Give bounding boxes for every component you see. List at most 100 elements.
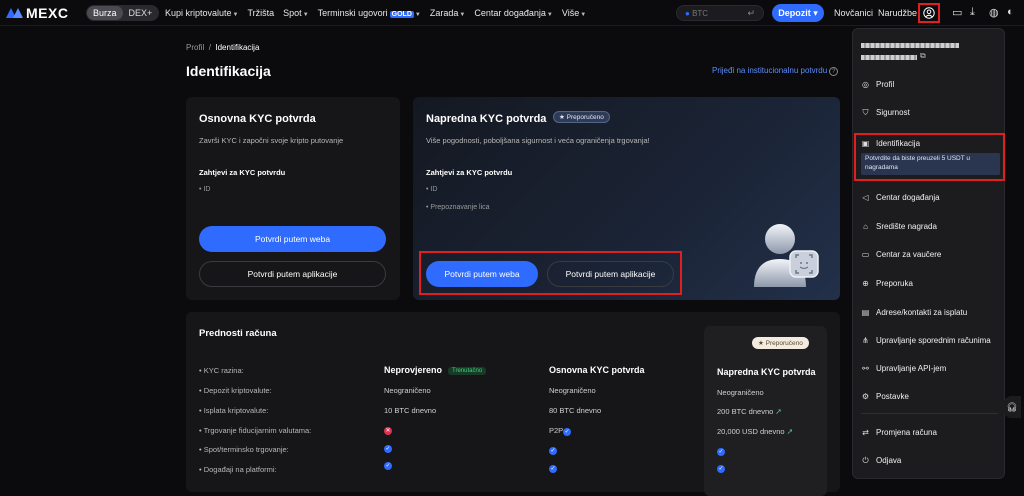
masked-uid [861, 55, 917, 60]
chevron-down-icon: ▼ [546, 12, 553, 18]
check-circle-icon: ✓ [384, 445, 392, 453]
row-fiat: • Trgovanje fiducijarnim valutama: [199, 426, 312, 435]
highlight-box-buttons [419, 251, 682, 295]
nav-events[interactable]: Centar događanja▼ [474, 8, 553, 18]
shield-icon: ⛉ [862, 108, 869, 117]
add-user-icon: ⊕ [862, 279, 869, 288]
col3-withdraw: 200 BTC dnevno ➚ [717, 407, 782, 416]
share-nodes-icon: ⋔ [862, 336, 869, 345]
enter-icon: ↵ [747, 8, 755, 18]
mexc-logo[interactable]: MEXC [6, 5, 68, 21]
check-circle-icon: ✓ [717, 448, 725, 456]
check-circle-icon: ✓ [563, 428, 572, 436]
market-switch: Burza DEX+ [86, 5, 160, 21]
col2-spot: ✓ [549, 445, 557, 455]
ticket-icon: ▭ [861, 250, 870, 259]
menu-item-vouchers[interactable]: ▭ Centar za vaučere [861, 250, 942, 259]
row-events: • Događaji na platformi: [199, 465, 277, 474]
breadcrumb: Profil / Identifikacija [186, 43, 260, 52]
col-advanced-head: Napredna KYC potvrda [717, 367, 816, 377]
user-menu-button[interactable] [918, 3, 940, 23]
chat-icon[interactable]: ▭ [952, 6, 962, 19]
col3-deposit: Neograničeno [717, 388, 764, 397]
seg-dex[interactable]: DEX+ [123, 6, 159, 20]
top-bar: MEXC Burza DEX+ Kupi kriptovalute▼ Tržiš… [0, 0, 1024, 26]
seg-burza[interactable]: Burza [87, 6, 123, 20]
basic-kyc-card: Osnovna KYC potvrda Završi KYC i započni… [186, 97, 400, 300]
account-benefits-card: Prednosti računa ★ Preporučeno • KYC raz… [186, 312, 840, 496]
nav-earn[interactable]: Zarada▼ [430, 8, 465, 18]
wallets-link[interactable]: Novčanici [834, 8, 873, 18]
breadcrumb-profile[interactable]: Profil [186, 43, 204, 52]
menu-item-security[interactable]: ⛉ Sigurnost [861, 108, 910, 117]
chevron-down-icon: ▼ [232, 12, 239, 18]
col3-spot: ✓ [717, 446, 725, 456]
col3-fiat: 20,000 USD dnevno ➚ [717, 427, 794, 436]
globe-icon[interactable]: ◍ [989, 6, 999, 19]
nav-futures[interactable]: Terminski ugovori GOLD ▼ [318, 8, 421, 18]
nav-buy-crypto[interactable]: Kupi kriptovalute▼ [165, 8, 239, 18]
switch-icon: ⇄ [862, 428, 869, 437]
advanced-req-title: Zahtjevi za KYC potvrdu [426, 168, 513, 177]
col2-events: ✓ [549, 463, 557, 473]
recommended-pill: ★ Preporučeno [752, 337, 809, 349]
advanced-req-face: • Prepoznavanje lica [426, 204, 490, 211]
col-unverified-head: Neprovjereno Trenutačno [384, 365, 487, 375]
col1-spot: ✓ [384, 443, 392, 453]
menu-item-settings[interactable]: ⚙ Postavke [861, 392, 909, 401]
menu-item-withdraw-addresses[interactable]: ▤ Adrese/kontakti za isplatu [861, 308, 967, 317]
col-basic-head: Osnovna KYC potvrda [549, 365, 645, 375]
face-recognition-icon [754, 224, 819, 287]
help-icon: ? [829, 67, 839, 76]
orders-link[interactable]: Narudžbe [878, 8, 917, 18]
nav-markets[interactable]: Tržišta [248, 8, 275, 18]
col2-withdraw: 80 BTC dnevno [549, 406, 602, 415]
basic-verify-app-button[interactable]: Potvrdi putem aplikacije [199, 261, 386, 287]
chevron-down-icon: ▼ [302, 12, 309, 18]
arrow-up-icon: ➚ [786, 427, 794, 436]
row-spot-futures: • Spot/terminsko trgovanje: [199, 445, 289, 454]
gift-icon: ⌂ [863, 222, 868, 231]
menu-item-logout[interactable]: ⏻ Odjava [861, 456, 901, 465]
row-deposit: • Depozit kriptovalute: [199, 386, 272, 395]
current-pill: Trenutačno [448, 367, 487, 375]
address-book-icon: ▤ [861, 308, 870, 317]
institutional-verification-link[interactable]: Prijeđi na institucionalnu potvrdu? [712, 66, 839, 76]
download-icon[interactable]: ⤓ [970, 6, 975, 19]
search-input[interactable]: ● BTC ↵ [676, 5, 764, 21]
basic-kyc-desc: Završi KYC i započni svoje kripto putova… [199, 136, 344, 145]
advanced-req-id: • ID [426, 186, 438, 193]
row-withdraw: • Isplata kriptovalute: [199, 406, 269, 415]
basic-verify-web-button[interactable]: Potvrdi putem weba [199, 226, 386, 252]
col1-withdraw: 10 BTC dnevno [384, 406, 437, 415]
copy-icon[interactable]: ⧉ [920, 51, 926, 61]
theme-icon[interactable]: ◐ [1007, 6, 1014, 18]
basic-kyc-title: Osnovna KYC potvrda [199, 113, 316, 125]
check-circle-icon: ✓ [384, 462, 392, 470]
chevron-down-icon: ▼ [414, 12, 421, 18]
gear-icon: ⚙ [861, 392, 870, 401]
col1-deposit: Neograničeno [384, 386, 431, 395]
advanced-kyc-desc: Više pogodnosti, poboljšana sigurnost i … [426, 136, 650, 145]
chevron-down-icon: ▼ [580, 12, 587, 18]
megaphone-icon: ◁ [862, 193, 869, 202]
menu-item-rewards[interactable]: ⌂ Središte nagrada [861, 222, 937, 231]
menu-item-switch-account[interactable]: ⇄ Promjena računa [861, 428, 937, 437]
check-circle-icon: ✓ [717, 465, 725, 473]
menu-item-profile[interactable]: ◎ Profil [861, 80, 894, 89]
headset-icon[interactable]: 🎧︎ [1003, 396, 1021, 418]
nav-more[interactable]: Više▼ [562, 8, 586, 18]
user-circle-icon: ◎ [862, 80, 869, 89]
user-dropdown-menu: ⧉ ◎ Profil ⛉ Sigurnost ▣ Identifikacija ◁ Ce… [852, 28, 1005, 479]
deposit-button[interactable]: Depozit ▾ [772, 4, 824, 22]
user-icon [923, 7, 935, 19]
menu-item-referral[interactable]: ⊕ Preporuka [861, 279, 913, 288]
menu-item-api[interactable]: ⚯ Upravljanje API-jem [861, 364, 946, 373]
nav-spot[interactable]: Spot▼ [283, 8, 308, 18]
menu-item-subaccounts[interactable]: ⋔ Upravljanje sporednim računima [861, 336, 991, 345]
menu-item-events[interactable]: ◁ Centar događanja [861, 193, 939, 202]
check-circle-icon: ✓ [549, 465, 557, 473]
chevron-down-icon: ▼ [459, 12, 466, 18]
arrow-up-icon: ➚ [775, 407, 782, 416]
col1-fiat: ✕ [384, 425, 392, 435]
